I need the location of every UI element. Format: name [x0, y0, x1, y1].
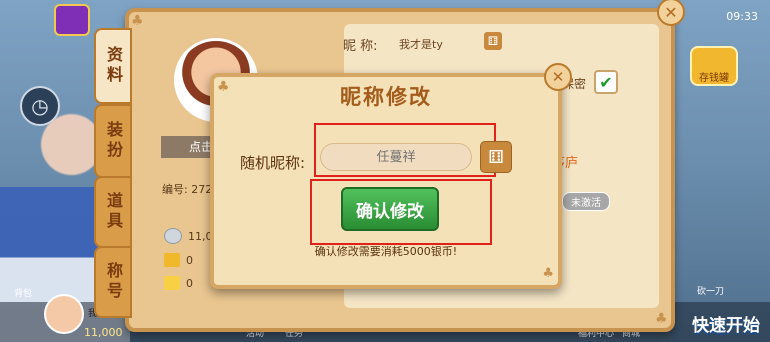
tab-items[interactable]: 道具: [94, 176, 132, 248]
secret-checkbox[interactable]: ✔: [594, 70, 618, 94]
close-icon[interactable]: ✕: [544, 63, 572, 91]
ticket-value: 0: [186, 276, 193, 290]
tab-profile-label: 资料: [104, 46, 123, 86]
tab-items-label: 道具: [104, 192, 123, 232]
backpack-label[interactable]: 背包: [14, 286, 32, 299]
gold-value: 0: [186, 253, 193, 267]
ticket-row: 0: [164, 276, 193, 290]
bottom-avatar[interactable]: [44, 294, 84, 334]
bottom-coins: 11,000: [84, 326, 123, 339]
tab-titles[interactable]: 称号: [94, 246, 132, 318]
nickname-label: 昵 称:: [343, 39, 378, 54]
nickname-input[interactable]: [320, 143, 472, 171]
bargain-label[interactable]: 砍一刀: [697, 284, 724, 297]
dice-icon[interactable]: ⚅: [484, 32, 502, 50]
corner-club-icon: ♣: [131, 13, 144, 29]
dice-icon[interactable]: ⚅: [480, 141, 512, 173]
modal-title: 昵称修改: [340, 85, 432, 109]
nickname-value: 我才是ty: [399, 38, 443, 51]
piggy-bank-label: 存钱罐: [699, 73, 729, 84]
cost-note: 确认修改需要消耗5000银币!: [314, 245, 458, 258]
player-id: 编号: 272: [162, 183, 213, 196]
check-icon: ✔: [599, 72, 613, 92]
random-nickname-label: 随机昵称:: [240, 154, 306, 172]
tab-outfit[interactable]: 装扮: [94, 104, 132, 178]
tab-titles-label: 称号: [104, 262, 123, 302]
silver-coin-icon: [164, 228, 182, 244]
corner-club-icon: ♣: [542, 266, 554, 281]
corner-club-icon: ♣: [655, 311, 668, 327]
tab-profile[interactable]: 资料: [94, 28, 132, 104]
nickname-modal: ♣ 昵称修改 ✕ 随机昵称: ⚅ 确认修改 确认修改需要消耗5000银币! ♣: [210, 63, 572, 289]
gold-row: 0: [164, 253, 193, 267]
status-time: 09:33: [726, 10, 758, 23]
clock-icon[interactable]: ◷: [20, 86, 60, 126]
top-logo[interactable]: [54, 4, 90, 36]
ticket-icon: [164, 276, 180, 290]
tab-outfit-label: 装扮: [104, 121, 123, 161]
gold-bar-icon: [164, 253, 180, 267]
confirm-button[interactable]: 确认修改: [341, 187, 439, 231]
piggy-bank-button[interactable]: 存钱罐: [690, 46, 738, 86]
quick-start-button[interactable]: 快速开始: [692, 311, 760, 336]
status-badge[interactable]: 未激活: [562, 192, 610, 211]
